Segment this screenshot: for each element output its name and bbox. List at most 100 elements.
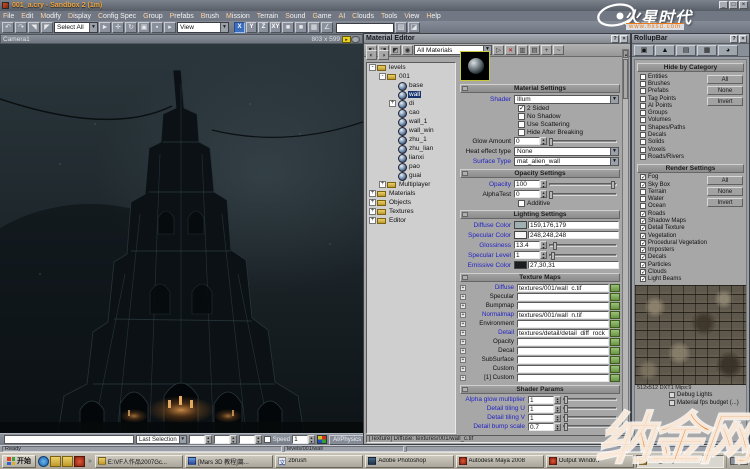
shader-combo[interactable]: Illum▼ [514,95,619,104]
param-field[interactable]: 1 [514,251,540,259]
tree-item[interactable]: + Editor [367,216,455,225]
tree-item[interactable]: + Textures [367,207,455,216]
checkbox[interactable] [640,247,646,253]
param-slider[interactable] [549,254,617,257]
checkbox[interactable] [640,225,646,231]
speed-checkbox[interactable] [264,436,271,443]
texture-path-field[interactable] [517,365,609,373]
expand-icon[interactable]: + [460,303,466,309]
menu-item[interactable]: Edit [21,13,33,20]
checkbox[interactable] [518,129,525,136]
store-icon[interactable]: ◤ [41,22,53,33]
checkbox[interactable] [640,96,646,102]
checkbox[interactable] [640,117,646,123]
heat-effect-combo[interactable]: None▼ [514,147,619,156]
spinner-icon[interactable]: ▴▾ [554,423,561,431]
expand-icon[interactable]: + [460,357,466,363]
expand-icon[interactable]: + [460,339,466,345]
move-tool-icon[interactable]: ✛ [112,22,124,33]
checkbox[interactable] [640,233,646,239]
checkbox[interactable] [640,240,646,246]
collapse-icon[interactable] [462,86,468,91]
tab-modelling[interactable]: ▤ [676,45,696,56]
view-combo[interactable]: View▼ [177,22,229,33]
category-action-button[interactable]: All [707,75,743,84]
menu-item[interactable]: Display [68,13,91,20]
tree-back-icon[interactable]: ◐ [366,50,377,60]
checkbox[interactable] [640,254,646,260]
spinner-icon[interactable]: ▴▾ [554,414,561,422]
spinner-icon[interactable]: ▴▾ [554,405,561,413]
menu-item[interactable]: Terrain [257,13,278,20]
camera-label[interactable]: Camera1 [3,36,30,43]
param-slider[interactable] [549,193,617,196]
tree-item[interactable]: + Multiplayer [367,180,455,189]
param-field[interactable]: 0.7 [528,423,554,431]
tab-terrain[interactable]: ▲ [655,45,675,56]
tree-item[interactable]: base [367,81,455,90]
tree-expander[interactable]: + [369,217,376,224]
browse-texture-button[interactable] [610,347,620,355]
tree-expander[interactable]: + [389,100,396,107]
goto-position-input[interactable] [336,23,394,33]
param-slider[interactable] [563,407,617,410]
texture-maps-header[interactable]: Texture Maps [460,273,620,282]
selection-info-field[interactable] [4,435,134,444]
menu-item[interactable]: Clouds [352,13,374,20]
menu-item[interactable]: Config Spec [98,13,136,20]
chevron-down-icon[interactable]: ▼ [89,23,97,32]
param-field[interactable]: 159,176,179 [528,221,619,229]
param-field[interactable]: 27,30,31 [528,261,619,269]
spinner-icon[interactable]: ▴▾ [540,137,547,145]
texture-path-field[interactable] [517,374,609,382]
param-field[interactable]: 13.4 [514,241,540,249]
tree-expander[interactable]: - [379,73,386,80]
rotate-tool-icon[interactable]: ↻ [125,22,137,33]
menu-item[interactable]: File [3,13,14,20]
chevron-down-icon[interactable]: ▼ [610,148,618,155]
snapshot-icon[interactable]: ◪ [408,22,420,33]
checkbox[interactable] [640,132,646,138]
menu-item[interactable]: Tools [381,13,397,20]
param-slider[interactable] [549,244,617,247]
render-settings-header[interactable]: Render Settings [637,164,744,173]
folder-quicklaunch-icon[interactable] [62,456,73,467]
axis-constraint-button[interactable]: X [234,22,245,33]
checkbox[interactable] [640,154,646,160]
glow-amount-slider[interactable] [549,140,617,143]
menu-item[interactable]: AI [339,13,346,20]
category-action-button[interactable]: Invert [707,97,743,106]
taskbar-button[interactable]: E:\VF人作品2007Gc... [95,455,183,468]
close-icon[interactable]: × [739,35,747,43]
tree-item[interactable]: wall_win [367,126,455,135]
browse-texture-button[interactable] [610,374,620,382]
collapse-icon[interactable] [462,212,468,217]
tree-item[interactable]: pao [367,162,455,171]
browse-texture-button[interactable] [610,356,620,364]
coord-y-spinner[interactable]: ▴▾ [214,435,237,444]
texture-path-field[interactable] [517,320,609,328]
checkbox[interactable] [640,276,646,282]
browse-texture-button[interactable] [610,365,620,373]
taskbar-button[interactable]: 2brush [275,455,363,468]
viewport-settings-icon[interactable]: ▸ [342,36,351,43]
ie-quicklaunch-icon[interactable] [38,456,49,467]
checkbox[interactable] [518,105,525,112]
material-preview-sphere[interactable] [460,51,490,81]
texture-path-field[interactable] [517,356,609,364]
additive-checkbox[interactable] [518,200,525,207]
browse-texture-button[interactable] [610,338,620,346]
menu-item[interactable]: Modify [40,13,61,20]
scroll-thumb[interactable] [623,59,628,99]
tree-item[interactable]: + Objects [367,198,455,207]
select-mode-combo[interactable]: Select All▼ [54,22,98,33]
param-field[interactable]: 1 [528,405,554,413]
menu-item[interactable]: Mission [226,13,250,20]
checkbox[interactable] [640,196,646,202]
collapse-icon[interactable] [462,171,468,176]
checkbox[interactable] [640,139,646,145]
texture-path-field[interactable]: textures/001/wall_c.tif [517,284,609,292]
render-action-button[interactable]: All [707,176,743,185]
expand-icon[interactable]: + [460,294,466,300]
opacity-settings-header[interactable]: Opacity Settings [460,169,620,178]
